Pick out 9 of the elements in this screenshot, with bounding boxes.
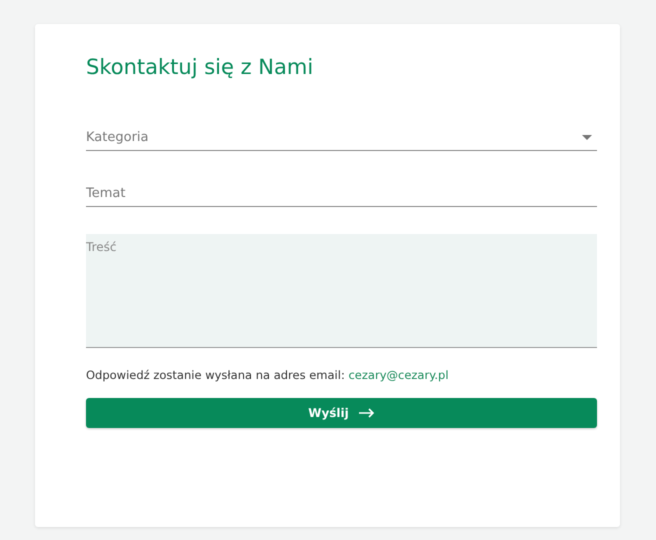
form-title: Skontaktuj się z Nami xyxy=(86,54,314,81)
submit-button[interactable]: Wyślij xyxy=(86,398,597,428)
category-select[interactable]: Kategoria xyxy=(86,124,597,151)
subject-field[interactable]: Temat xyxy=(86,180,597,207)
caret-icon xyxy=(582,134,592,140)
message-field[interactable]: Treść xyxy=(86,234,597,348)
arrow-right-icon xyxy=(358,408,375,418)
email-note: Odpowiedź zostanie wysłana na adres email: cezary@cezary.pl xyxy=(86,367,450,383)
email-link[interactable]: cezary@cezary.pl xyxy=(348,368,449,382)
